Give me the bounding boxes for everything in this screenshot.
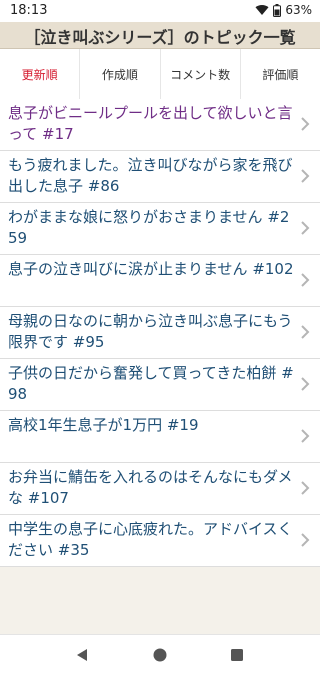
topic-title[interactable]: もう疲れました。泣き叫びながら家を飛び出した息子 #86 [8, 155, 294, 197]
chevron-right-icon [301, 533, 310, 547]
status-time: 18:13 [10, 3, 48, 18]
sort-tabs: 更新順 作成順 コメント数 評価順 [0, 49, 320, 100]
tab-sort-created[interactable]: 作成順 [80, 49, 161, 99]
topic-item[interactable]: 高校1年生息子が1万円 #19 [0, 411, 320, 463]
tab-sort-comments[interactable]: コメント数 [161, 49, 241, 99]
home-circle-icon[interactable] [152, 647, 168, 663]
battery-icon [273, 3, 282, 17]
back-triangle-icon[interactable] [74, 647, 90, 663]
page-header: ［泣き叫ぶシリーズ］のトピック一覧 [0, 22, 320, 49]
topic-title[interactable]: 子供の日だから奮発して買ってきた柏餅 #98 [8, 363, 294, 405]
topic-item[interactable]: 母親の日なのに朝から泣き叫ぶ息子にもう限界です #95 [0, 307, 320, 359]
topic-item[interactable]: もう疲れました。泣き叫びながら家を飛び出した息子 #86 [0, 151, 320, 203]
topic-title[interactable]: 母親の日なのに朝から泣き叫ぶ息子にもう限界です #95 [8, 311, 294, 353]
topic-list: 息子がビニールプールを出して欲しいと言って #17 もう疲れました。泣き叫びなが… [0, 99, 320, 567]
topic-item[interactable]: 中学生の息子に心底疲れた。アドバイスください #35 [0, 515, 320, 567]
chevron-right-icon [301, 325, 310, 339]
system-nav-bar [0, 634, 320, 676]
topic-title[interactable]: 中学生の息子に心底疲れた。アドバイスください #35 [8, 519, 294, 561]
page-title: ［泣き叫ぶシリーズ］のトピック一覧 [24, 28, 296, 47]
chevron-right-icon [301, 169, 310, 183]
chevron-right-icon [301, 221, 310, 235]
battery-percent: 63% [285, 3, 312, 17]
tab-sort-rating[interactable]: 評価順 [241, 49, 320, 99]
recent-square-icon[interactable] [229, 647, 245, 663]
topic-title[interactable]: 息子の泣き叫びに涙が止まりません #102 [8, 259, 294, 280]
chevron-right-icon [301, 273, 310, 287]
topic-item[interactable]: 息子がビニールプールを出して欲しいと言って #17 [0, 99, 320, 151]
topic-item[interactable]: お弁当に鯖缶を入れるのはそんなにもダメな #107 [0, 463, 320, 515]
topic-title[interactable]: 息子がビニールプールを出して欲しいと言って #17 [8, 103, 294, 145]
chevron-right-icon [301, 481, 310, 495]
topic-item[interactable]: 子供の日だから奮発して買ってきた柏餅 #98 [0, 359, 320, 411]
wifi-icon [255, 4, 269, 15]
chevron-right-icon [301, 377, 310, 391]
topic-title[interactable]: お弁当に鯖缶を入れるのはそんなにもダメな #107 [8, 467, 294, 509]
chevron-right-icon [301, 429, 310, 443]
topic-item[interactable]: わがままな娘に怒りがおさまりません #259 [0, 203, 320, 255]
topic-title[interactable]: 高校1年生息子が1万円 #19 [8, 415, 294, 436]
topic-item[interactable]: 息子の泣き叫びに涙が止まりません #102 [0, 255, 320, 307]
tab-sort-updated[interactable]: 更新順 [0, 49, 81, 99]
topic-title[interactable]: わがままな娘に怒りがおさまりません #259 [8, 207, 294, 249]
status-icons: 63% [255, 3, 312, 17]
status-bar: 18:13 63% [0, 0, 320, 22]
chevron-right-icon [301, 117, 310, 131]
